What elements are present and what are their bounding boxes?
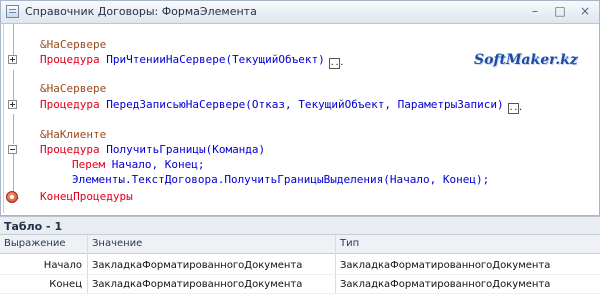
column-header-value[interactable]: Значение xyxy=(92,238,142,249)
var-keyword: Перем xyxy=(72,158,106,171)
window-titlebar[interactable]: Справочник Договоры: ФормаЭлемента – □ × xyxy=(1,1,599,24)
table-row[interactable]: Конец ЗакладкаФорматированногоДокумента … xyxy=(0,275,600,294)
maximize-button[interactable]: □ xyxy=(552,4,568,19)
cell-expression: Начало xyxy=(43,260,82,271)
expand-icon[interactable] xyxy=(8,100,17,109)
minimize-button[interactable]: – xyxy=(527,4,543,19)
breakpoint-icon[interactable] xyxy=(6,191,18,203)
end-procedure-keyword: КонецПроцедуры xyxy=(40,190,133,203)
table-header: Выражение Значение Тип xyxy=(0,235,600,254)
cell-value: ЗакладкаФорматированногоДокумента xyxy=(92,279,303,290)
code-line-9: КонецПроцедуры xyxy=(40,190,133,204)
procedure-signature: ПолучитьГраницы(Команда) xyxy=(106,143,266,156)
cell-type: ЗакладкаФорматированногоДокумента xyxy=(340,260,551,271)
editor-window: Справочник Договоры: ФормаЭлемента – □ ×… xyxy=(0,0,600,216)
window-title: Справочник Договоры: ФормаЭлемента xyxy=(25,5,257,18)
code-line-7: Перем Начало, Конец; xyxy=(72,158,204,172)
procedure-keyword: Процедура xyxy=(40,98,100,111)
directive: &НаСервере xyxy=(40,82,107,95)
expand-icon[interactable] xyxy=(8,55,17,64)
statement: Элементы.ТекстДоговора.ПолучитьГраницыВы… xyxy=(72,173,490,186)
module-icon xyxy=(6,5,19,18)
window-controls: – □ × xyxy=(527,4,593,19)
collapse-icon[interactable] xyxy=(8,145,17,154)
fold-line xyxy=(13,114,14,144)
procedure-keyword: Процедура xyxy=(40,53,100,66)
procedure-signature: ПриЧтенииНаСервере(ТекущийОбъект) xyxy=(106,53,325,66)
cell-type: ЗакладкаФорматированногоДокумента xyxy=(340,279,551,290)
brand-watermark: SoftMaker.kz xyxy=(474,52,578,68)
code-line-1: &НаСервере xyxy=(40,38,106,52)
cell-value: ЗакладкаФорматированногоДокумента xyxy=(92,260,303,271)
cell-expression: Конец xyxy=(49,279,82,290)
watch-panel: Табло - 1 Выражение Значение Тип Начало … xyxy=(0,216,600,294)
code-line-6: Процедура ПолучитьГраницы(Команда) xyxy=(40,143,265,157)
directive: &НаСервере xyxy=(40,38,107,51)
close-button[interactable]: × xyxy=(577,4,593,19)
procedure-signature: ПередЗаписьюНаСервере(Отказ, ТекущийОбъе… xyxy=(106,98,504,111)
column-header-type[interactable]: Тип xyxy=(340,238,359,249)
directive: &НаКлиенте xyxy=(40,128,107,141)
code-editor[interactable]: &НаСервере Процедура ПриЧтенииНаСервере(… xyxy=(3,24,598,213)
ellipsis-button[interactable]: ... xyxy=(507,103,523,114)
code-line-3: &НаСервере xyxy=(40,82,106,96)
ellipsis-button[interactable]: ... xyxy=(328,58,344,69)
var-names: Начало, Конец; xyxy=(111,158,205,171)
code-line-8: Элементы.ТекстДоговора.ПолучитьГраницыВы… xyxy=(72,173,489,187)
procedure-keyword: Процедура xyxy=(40,143,100,156)
code-line-5: &НаКлиенте xyxy=(40,128,106,142)
code-line-2: Процедура ПриЧтенииНаСервере(ТекущийОбъе… xyxy=(40,53,344,69)
code-line-4: Процедура ПередЗаписьюНаСервере(Отказ, Т… xyxy=(40,98,523,114)
panel-title: Табло - 1 xyxy=(0,216,600,235)
column-header-expression[interactable]: Выражение xyxy=(4,238,66,249)
table-row[interactable]: Начало ЗакладкаФорматированногоДокумента… xyxy=(0,256,600,275)
